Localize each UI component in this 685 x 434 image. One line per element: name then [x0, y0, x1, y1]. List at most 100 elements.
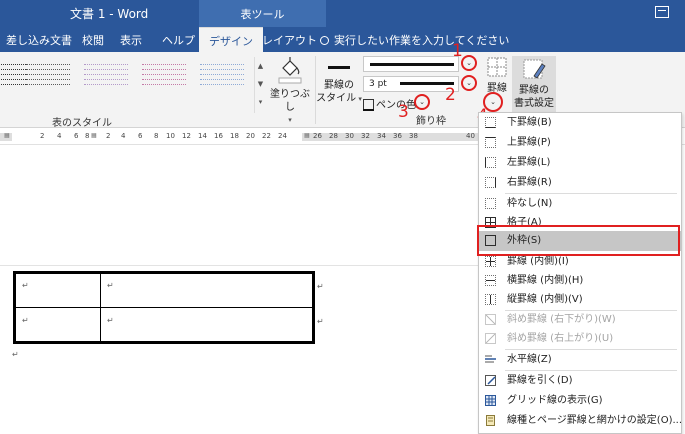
gallery-scrollbar[interactable]: ▲ ▼ ▾	[254, 57, 266, 113]
menu-item-diagonal-up[interactable]: 斜め罫線 (右上がり)(U)	[479, 329, 681, 349]
borders-icon	[487, 57, 507, 77]
tab-view[interactable]: 表示	[120, 32, 142, 48]
cell-mark: ↵	[22, 316, 29, 325]
ruler-number: 20	[246, 132, 255, 140]
annotation-number-3: 3	[398, 102, 409, 122]
cell-mark: ↵	[107, 316, 114, 325]
ruler-number: 32	[361, 132, 370, 140]
tab-review[interactable]: 校閲	[82, 32, 104, 48]
border-painter-button[interactable]: 罫線の 書式設定	[512, 56, 556, 114]
ruler-number: 2	[40, 132, 45, 140]
chevron-down-icon: ⌄	[466, 79, 472, 87]
menu-item-bottom-border[interactable]: 下罫線(B)	[479, 113, 681, 133]
window-title: 文書 1 - Word	[70, 7, 149, 21]
bottom-border-icon	[485, 117, 496, 128]
search-icon	[320, 36, 329, 45]
table-style-thumbnail[interactable]	[80, 61, 132, 101]
tell-me-box[interactable]: 実行したい作業を入力してください	[320, 32, 509, 48]
table-style-thumbnail[interactable]	[196, 61, 248, 101]
ruler-number: 30	[345, 132, 354, 140]
paint-bucket-icon	[278, 57, 302, 84]
line-weight-value: 3 pt	[369, 79, 387, 89]
ruler-number: 4	[121, 132, 126, 140]
border-style-icon	[328, 66, 350, 69]
tab-design[interactable]: デザイン	[199, 27, 263, 52]
borders-button[interactable]: 罫線	[480, 56, 514, 95]
annotation-number-1: 1	[452, 41, 463, 61]
ruler-number: 26	[313, 132, 322, 140]
table-style-thumbnail[interactable]	[138, 61, 190, 101]
line-style-dropdown[interactable]	[363, 56, 459, 72]
ruler-number: 40	[466, 132, 475, 140]
document-table[interactable]: ↵ ↵ ↵ ↵	[13, 271, 315, 344]
borders-dropdown-menu: 下罫線(B) 上罫線(P) 左罫線(L) 右罫線(R) 枠なし(N) 格子(A)…	[478, 112, 682, 434]
ribbon-display-options-icon[interactable]	[655, 6, 669, 18]
ribbon-tab-bar: 差し込み文書 校閲 表示 ヘルプ デザイン レイアウト 実行したい作業を入力して…	[0, 27, 685, 52]
cell-mark: ↵	[107, 281, 114, 290]
draw-table-icon	[485, 375, 496, 386]
pen-color-dropdown-arrow[interactable]: ⌄	[414, 94, 430, 110]
tab-mailings[interactable]: 差し込み文書	[6, 32, 72, 48]
chevron-down-icon: ⌄	[490, 98, 496, 106]
border-styles-label-2: スタイル	[316, 93, 357, 104]
pen-color-icon	[363, 99, 374, 111]
no-border-icon	[485, 198, 496, 209]
page-boundary	[0, 265, 478, 266]
ruler-number: 10	[166, 132, 175, 140]
chevron-down-icon: ⌄	[466, 59, 472, 67]
ruler-number: 6	[74, 132, 79, 140]
context-tab-header: 表ツール	[199, 0, 326, 27]
right-border-icon	[485, 177, 496, 188]
gallery-more-icon[interactable]: ▾	[255, 93, 266, 111]
inside-horizontal-border-icon	[485, 275, 496, 286]
menu-item-diagonal-down[interactable]: 斜め罫線 (右下がり)(W)	[479, 310, 681, 330]
shading-label: 塗りつぶし	[269, 89, 311, 113]
ruler-number: 34	[377, 132, 386, 140]
row-end-mark: ↵	[317, 317, 324, 326]
inside-borders-icon	[485, 256, 496, 267]
line-style-dropdown-arrow[interactable]: ⌄	[461, 55, 477, 71]
horizontal-line-icon	[485, 355, 496, 363]
borders-group-label: 飾り枠	[416, 116, 446, 127]
ruler-number: 12	[182, 132, 191, 140]
ruler-number: 8	[85, 132, 90, 140]
borders-dropdown-arrow[interactable]: ⌄	[483, 92, 503, 112]
ruler-marker-icon[interactable]: ▦	[91, 132, 97, 141]
ruler-number: 8	[154, 132, 159, 140]
ruler-number: 2	[106, 132, 111, 140]
border-painter-label: 罫線の	[519, 85, 549, 96]
tab-help[interactable]: ヘルプ	[162, 32, 195, 48]
ruler-number: 28	[329, 132, 338, 140]
tell-me-placeholder: 実行したい作業を入力してください	[334, 34, 510, 47]
shading-button[interactable]: 塗りつぶし ▾	[266, 56, 314, 127]
line-weight-dropdown-arrow[interactable]: ⌄	[461, 75, 477, 91]
ruler-number: 38	[409, 132, 418, 140]
ruler-marker-icon[interactable]: ▦	[304, 132, 310, 141]
border-painter-label-2: 書式設定	[514, 98, 554, 109]
gallery-down-icon[interactable]: ▼	[255, 75, 266, 93]
menu-item-inside-vertical[interactable]: 縦罫線 (内側)(V)	[479, 290, 681, 310]
menu-item-left-border[interactable]: 左罫線(L)	[479, 153, 681, 173]
menu-item-right-border[interactable]: 右罫線(R)	[479, 173, 681, 193]
ruler-number: 22	[262, 132, 271, 140]
ruler-number: 14	[198, 132, 207, 140]
menu-item-horizontal-line[interactable]: 水平線(Z)	[479, 350, 681, 370]
menu-item-no-border[interactable]: 枠なし(N)	[479, 194, 681, 214]
gallery-up-icon[interactable]: ▲	[255, 57, 266, 75]
ruler-marker-icon[interactable]: ▦	[4, 132, 10, 141]
table-style-thumbnail[interactable]	[22, 61, 74, 101]
menu-item-view-gridlines[interactable]: グリッド線の表示(G)	[479, 391, 681, 411]
tab-layout[interactable]: レイアウト	[262, 32, 317, 48]
left-border-icon	[485, 157, 496, 168]
border-styles-button[interactable]: 罫線の スタイル ▾	[316, 58, 362, 106]
ruler-number: 36	[393, 132, 402, 140]
menu-item-top-border[interactable]: 上罫線(P)	[479, 133, 681, 153]
view-gridlines-icon	[485, 395, 496, 406]
annotation-number-2: 2	[445, 85, 456, 105]
table-styles-group-label: 表のスタイル	[52, 118, 112, 129]
menu-item-borders-and-shading[interactable]: 線種とページ罫線と網かけの設定(O)...	[479, 411, 682, 431]
menu-item-draw-table[interactable]: 罫線を引く(D)	[479, 371, 681, 391]
table-styles-gallery: ▲ ▼ ▾	[0, 55, 266, 113]
menu-item-inside-horizontal[interactable]: 横罫線 (内側)(H)	[479, 271, 681, 291]
title-bar: 文書 1 - Word 表ツール	[0, 0, 685, 27]
